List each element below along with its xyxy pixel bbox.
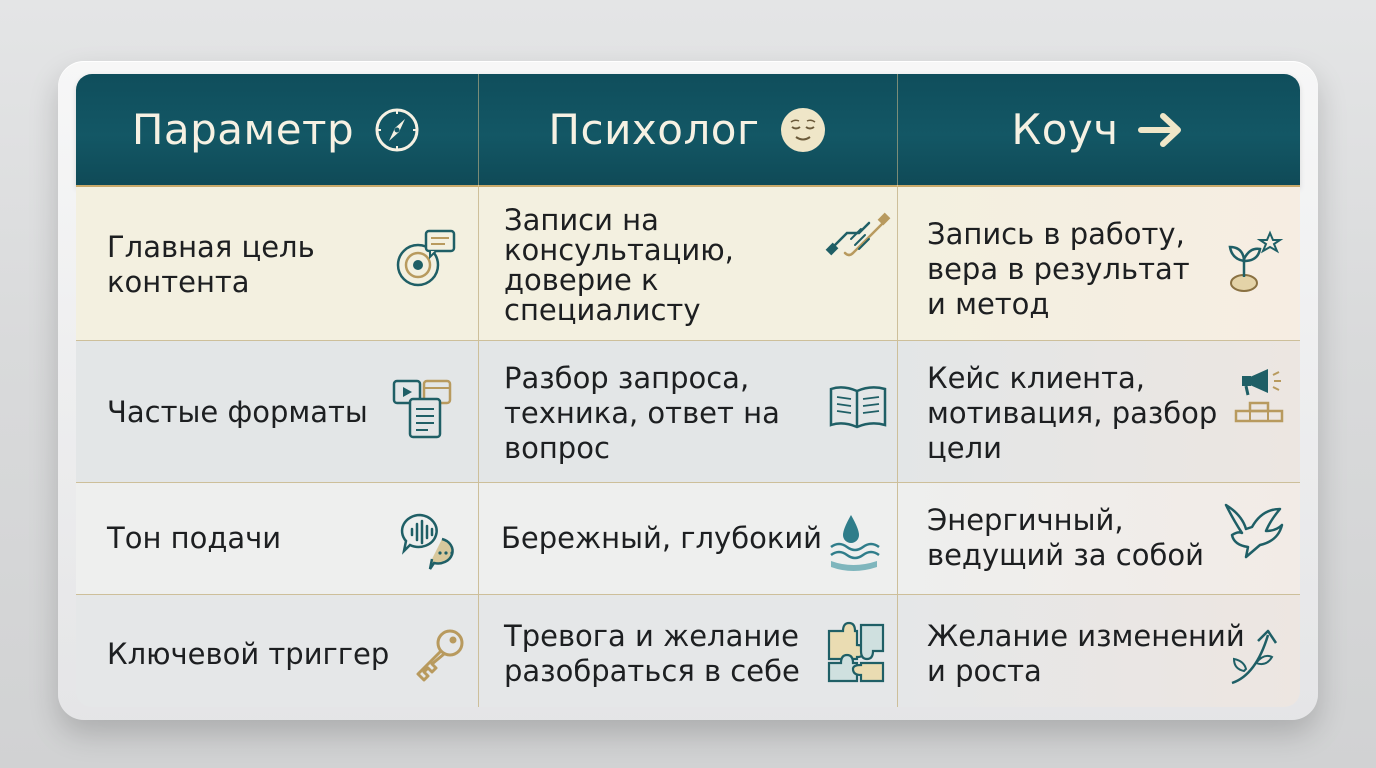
row-1-psych-text: Записи на консультацию, доверие к специа… xyxy=(504,203,734,327)
row-4-param-text: Ключевой триггер xyxy=(107,637,390,671)
row-4-param-cell: Ключевой триггер xyxy=(76,595,479,707)
row-2-psych-cell: Разбор запроса, техника, ответ на вопрос xyxy=(479,341,898,483)
row-1-coach-text: Запись в работу, вера в результат и мето… xyxy=(927,217,1190,321)
row-3-psych-cell: Бережный, глубокий xyxy=(479,483,898,595)
header-psych-label: Психолог xyxy=(548,105,760,154)
row-3-psych-text: Бережный, глубокий xyxy=(501,521,823,555)
header-psych: Психолог xyxy=(479,74,898,187)
media-formats-icon xyxy=(390,377,456,443)
megaphone-podium-icon xyxy=(1228,363,1294,429)
row-1-coach-cell: Запись в работу, вера в результат и мето… xyxy=(898,187,1300,341)
sprout-star-icon xyxy=(1220,229,1286,295)
row-1-param-text: Главная цель контента xyxy=(107,230,315,299)
arrow-right-icon xyxy=(1137,105,1187,155)
compass-icon xyxy=(372,105,422,155)
header-coach: Коуч xyxy=(898,74,1300,187)
handshake-icon xyxy=(825,203,891,269)
row-2-coach-text: Кейс клиента, мотивация, разбор цели xyxy=(927,361,1218,465)
row-4-psych-text: Тревога и желание разобраться в себе xyxy=(504,619,800,688)
row-1-psych-cell: Записи на консультацию, доверие к специа… xyxy=(479,187,898,341)
header-param: Параметр xyxy=(76,74,479,187)
open-book-icon xyxy=(825,375,891,441)
row-4-coach-cell: Желание изменений и роста xyxy=(898,595,1300,707)
table-body: Главная цель контента Записи на консульт… xyxy=(76,187,1300,707)
dove-icon xyxy=(1222,501,1288,567)
row-3-coach-cell: Энергичный, ведущий за собой xyxy=(898,483,1300,595)
comparison-table: Параметр Психолог Коуч xyxy=(76,74,1300,187)
header-coach-label: Коуч xyxy=(1011,105,1119,154)
calm-face-icon xyxy=(778,105,828,155)
target-chat-icon xyxy=(392,227,458,293)
header-param-label: Параметр xyxy=(131,105,355,154)
puzzle-icon xyxy=(823,619,889,685)
row-4-coach-text: Желание изменений и роста xyxy=(927,619,1245,688)
growth-arrow-icon xyxy=(1226,625,1292,691)
voice-bubbles-icon xyxy=(398,509,464,575)
water-drop-icon xyxy=(827,511,893,577)
row-2-coach-cell: Кейс клиента, мотивация, разбор цели xyxy=(898,341,1300,483)
row-2-param-cell: Частые форматы xyxy=(76,341,479,483)
row-1-param-cell: Главная цель контента xyxy=(76,187,479,341)
row-2-psych-text: Разбор запроса, техника, ответ на вопрос xyxy=(504,361,780,465)
key-icon xyxy=(410,623,476,689)
row-3-param-text: Тон подачи xyxy=(107,521,282,555)
row-3-param-cell: Тон подачи xyxy=(76,483,479,595)
row-3-coach-text: Энергичный, ведущий за собой xyxy=(927,503,1204,572)
row-4-psych-cell: Тревога и желание разобраться в себе xyxy=(479,595,898,707)
row-2-param-text: Частые форматы xyxy=(107,395,368,429)
